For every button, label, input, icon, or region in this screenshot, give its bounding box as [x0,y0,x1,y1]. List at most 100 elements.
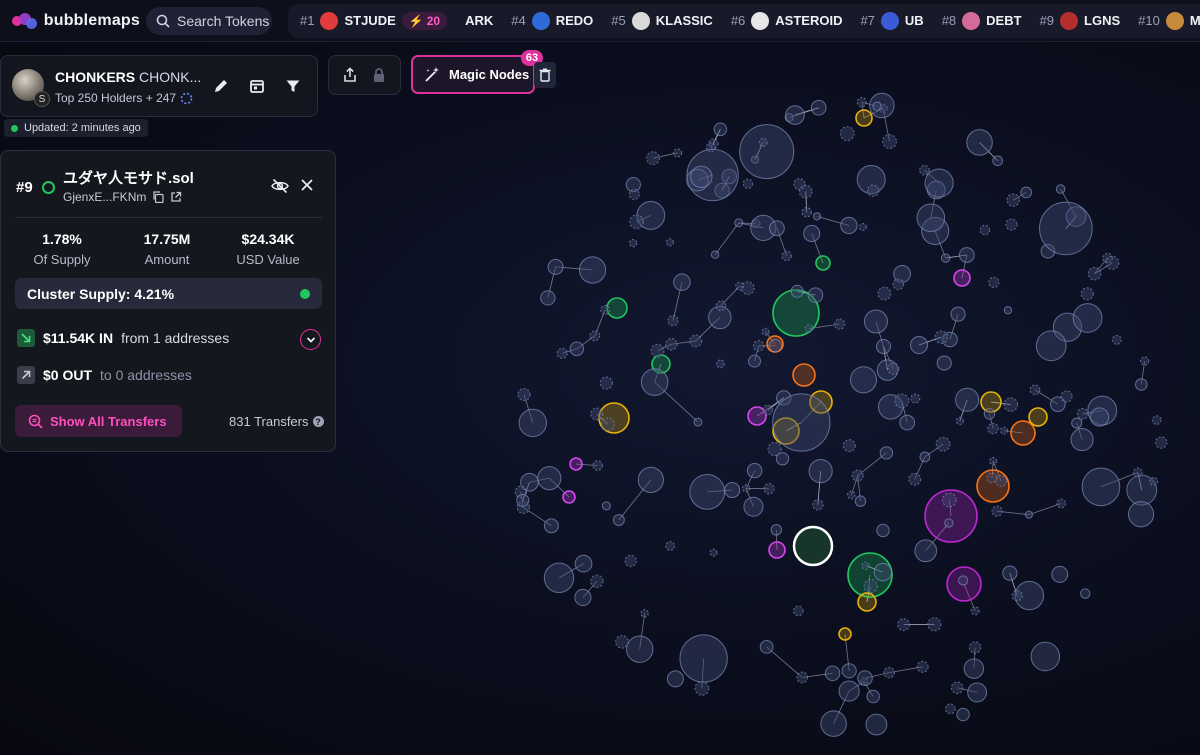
holder-bubble[interactable] [1060,390,1073,403]
holder-bubble[interactable] [877,286,892,301]
ticker-item-lgns[interactable]: #9 LGNS [1040,11,1120,30]
holder-bubble[interactable] [812,499,824,511]
holder-bubble[interactable] [942,492,957,508]
holder-bubble[interactable] [979,224,991,236]
holder-bubble[interactable] [899,414,916,431]
holder-bubble[interactable] [882,134,897,149]
holder-bubble[interactable] [709,548,718,557]
holder-bubble[interactable] [543,518,559,534]
holder-bubble[interactable] [988,276,1000,288]
holder-bubble[interactable] [775,452,790,466]
holder-bubble[interactable] [1056,498,1067,509]
holder-bubble[interactable] [569,341,585,357]
holder-bubble[interactable] [935,436,951,452]
holder-bubble[interactable] [781,250,792,262]
share-button[interactable] [340,65,360,85]
holder-bubble[interactable] [1151,415,1162,425]
holder-bubble[interactable] [759,640,774,654]
holder-bubble[interactable] [967,682,988,703]
holder-bubble[interactable] [710,250,720,259]
holder-bubble[interactable] [910,393,921,404]
holder-bubble-highlighted[interactable] [768,541,786,559]
holder-bubble[interactable] [955,387,980,412]
holder-bubble[interactable] [601,501,611,511]
holder-bubble[interactable] [866,184,880,197]
holder-bubble[interactable] [739,124,795,180]
holder-bubble[interactable] [1030,641,1061,672]
holder-bubble[interactable] [846,490,856,500]
holder-bubble[interactable] [851,469,864,482]
holder-bubble[interactable] [876,523,890,538]
holder-bubble[interactable] [840,216,858,235]
calendar-button[interactable] [247,76,267,96]
holder-bubble[interactable] [861,561,870,570]
show-all-transfers-button[interactable]: Show All Transfers [15,405,182,437]
holder-bubble[interactable] [1080,588,1091,599]
holder-bubble[interactable] [770,524,783,536]
holder-bubble[interactable] [914,539,938,563]
holder-bubble[interactable] [858,222,867,232]
holder-bubble[interactable] [735,281,744,291]
holder-bubble[interactable] [672,148,683,158]
holder-bubble[interactable] [724,482,741,499]
holder-bubble[interactable] [875,339,891,355]
holder-bubble-highlighted[interactable] [562,490,576,504]
holder-bubble[interactable] [958,247,975,263]
holder-bubble[interactable] [1149,476,1159,486]
holder-bubble[interactable] [694,681,710,696]
holder-bubble[interactable] [637,466,664,493]
holder-bubble[interactable] [1039,201,1093,256]
holder-bubble-highlighted[interactable] [569,457,583,471]
holder-bubble[interactable] [1000,426,1009,435]
holder-bubble[interactable] [543,562,575,594]
holder-bubble[interactable] [628,239,638,248]
holder-bubble[interactable] [646,151,661,166]
holder-bubble[interactable] [518,408,547,438]
holder-bubble[interactable] [894,393,910,409]
holder-bubble[interactable] [824,665,841,682]
holder-bubble[interactable] [665,238,674,247]
holder-bubble[interactable] [924,168,954,198]
holder-bubble[interactable] [842,439,856,453]
holder-bubble[interactable] [927,617,942,632]
holder-bubble[interactable] [690,165,713,189]
holder-bubble[interactable] [883,666,895,679]
holder-bubble-highlighted[interactable] [857,592,877,612]
holder-bubble[interactable] [812,212,822,221]
holder-bubble[interactable] [1087,266,1102,281]
holder-bubble[interactable] [955,416,964,426]
holder-bubble[interactable] [689,473,726,510]
holder-bubble-highlighted[interactable] [1028,407,1048,427]
holder-bubble[interactable] [944,703,956,715]
holder-bubble[interactable] [857,670,873,686]
holder-bubble[interactable] [810,99,827,116]
holder-bubble[interactable] [865,713,888,736]
holder-bubble[interactable] [897,618,911,632]
holder-bubble[interactable] [908,472,922,486]
help-icon[interactable]: ? [312,416,324,427]
holder-bubble[interactable] [849,366,878,394]
holder-bubble[interactable] [665,541,676,551]
holder-bubble[interactable] [624,554,637,568]
holder-bubble[interactable] [1005,218,1018,231]
holder-bubble-highlighted[interactable] [1010,420,1036,446]
holder-bubble-highlighted[interactable] [855,109,873,127]
holder-bubble[interactable] [983,408,996,420]
holder-bubble[interactable] [517,387,531,402]
holder-bubble[interactable] [841,663,857,679]
holder-bubble[interactable] [833,318,846,330]
holder-bubble[interactable] [863,578,878,594]
holder-bubble[interactable] [916,203,946,233]
holder-bubble[interactable] [1002,565,1018,581]
holder-bubble[interactable] [986,472,998,484]
holder-bubble[interactable] [713,122,728,137]
holder-bubble[interactable] [1111,334,1122,345]
holder-bubble[interactable] [715,300,727,312]
holder-bubble[interactable] [1135,378,1148,391]
holder-bubble[interactable] [748,354,761,368]
clear-magic-nodes-button[interactable] [534,62,556,88]
holder-bubble[interactable] [958,575,969,586]
close-panel-button[interactable] [299,177,315,198]
holder-bubble[interactable] [803,224,821,243]
holder-bubble[interactable] [820,710,847,737]
